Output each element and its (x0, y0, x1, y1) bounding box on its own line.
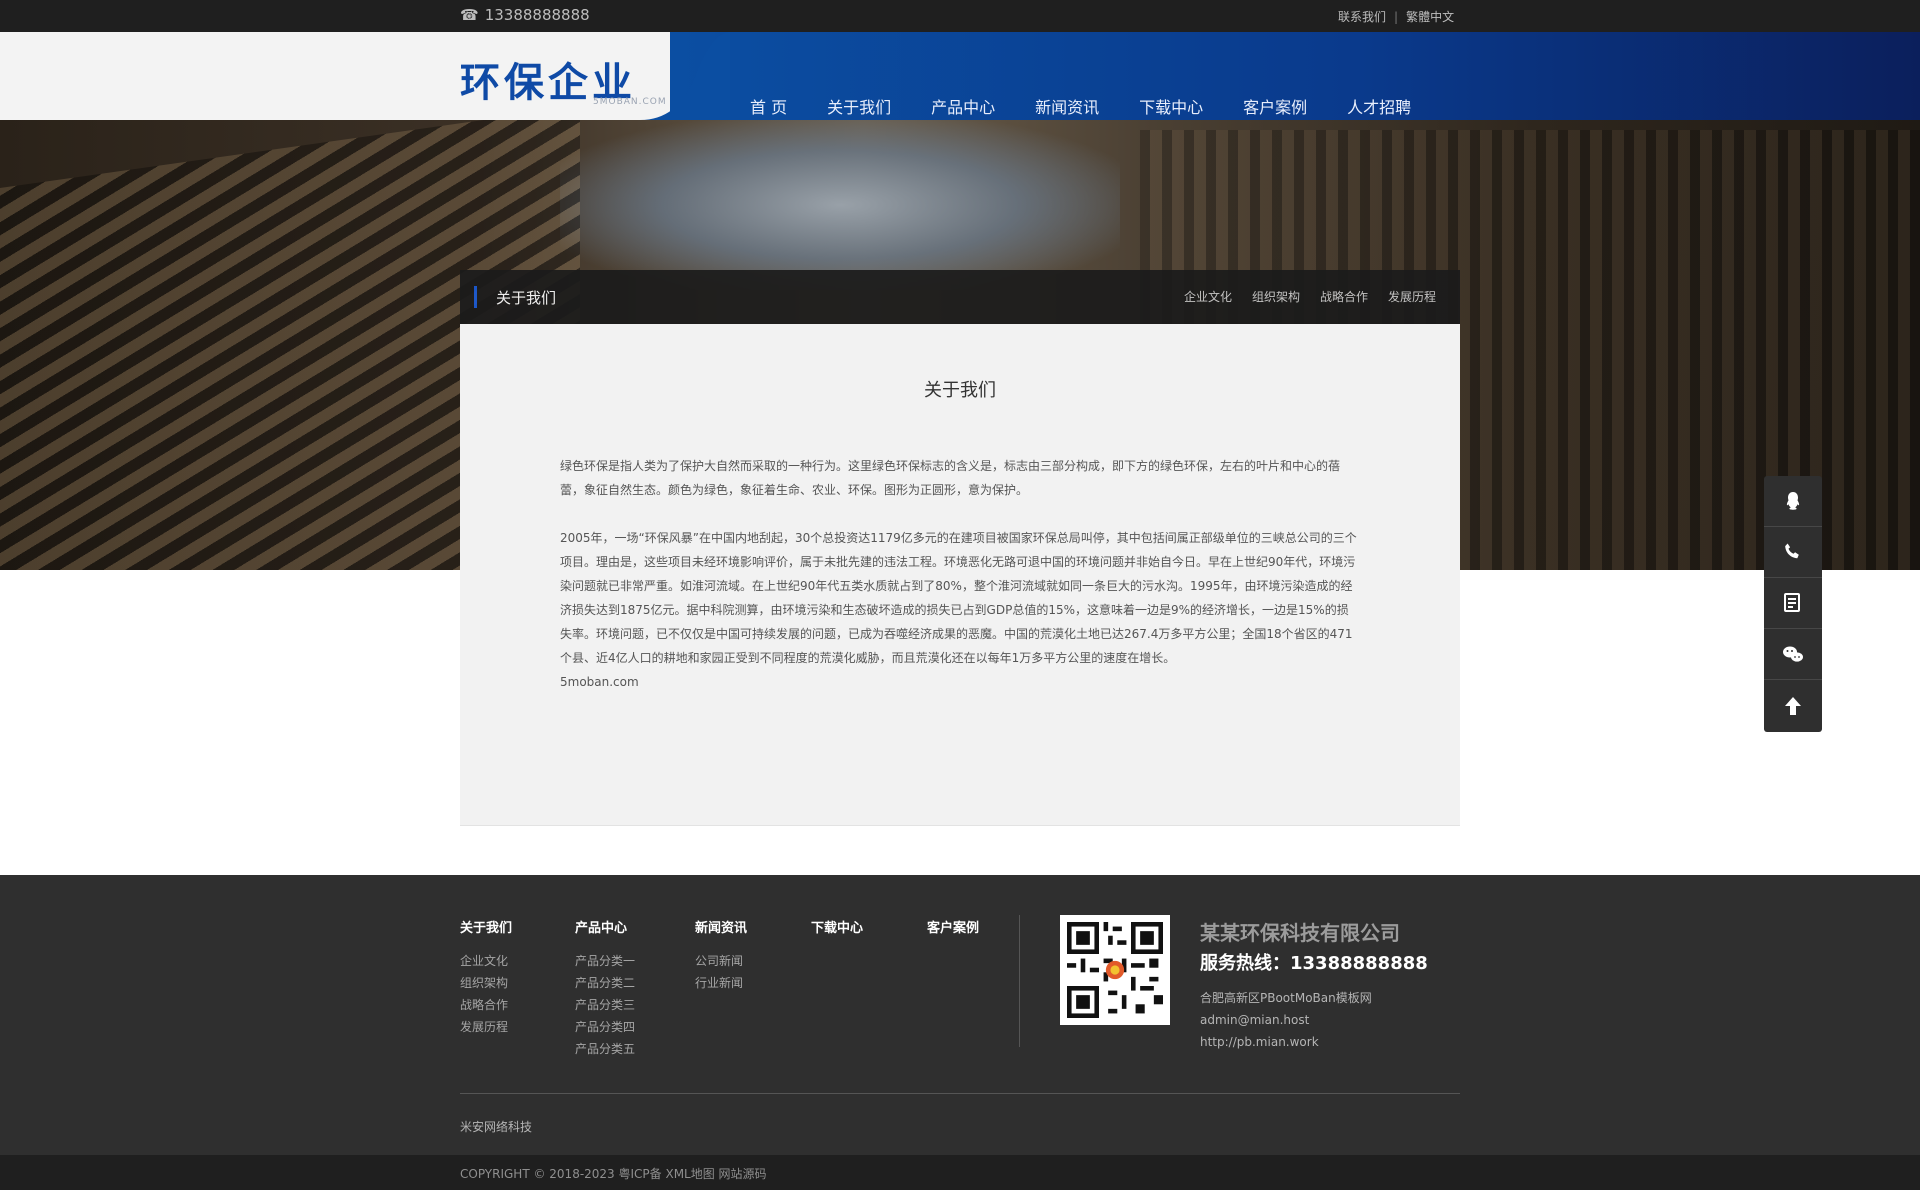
footer-contact-info: 合肥高新区PBootMoBan模板网 admin@mian.host http:… (1200, 987, 1372, 1053)
subnav-accent (474, 286, 477, 308)
footer-site[interactable]: http://pb.mian.work (1200, 1031, 1372, 1053)
subnav-culture[interactable]: 企业文化 (1184, 288, 1232, 305)
footer-company: 某某环保科技有限公司 (1200, 921, 1400, 945)
contact-link[interactable]: 联系我们 (1338, 8, 1386, 25)
top-bar: ☎ 13388888888 联系我们 | 繁體中文 (0, 0, 1920, 32)
footer-divider (1019, 915, 1020, 1047)
qr-code (1060, 915, 1170, 1025)
bottom-bar: COPYRIGHT © 2018-2023 粤ICP备 XML地图 网站源码 (0, 1155, 1920, 1190)
wechat-icon (1783, 646, 1803, 662)
top-phone: ☎ 13388888888 (460, 6, 590, 24)
sub-nav-bar: 关于我们 企业文化 组织架构 战略合作 发展历程 (460, 270, 1460, 324)
footer-link[interactable]: 发展历程 (460, 1016, 512, 1038)
subnav-title: 关于我们 (496, 289, 557, 307)
side-message-button[interactable] (1764, 578, 1822, 629)
footer-col-about: 关于我们 企业文化 组织架构 战略合作 发展历程 (460, 917, 512, 1038)
footer-col-title[interactable]: 关于我们 (460, 917, 512, 936)
footer-link[interactable]: 公司新闻 (695, 950, 747, 972)
subnav-links: 企业文化 组织架构 战略合作 发展历程 (1184, 288, 1436, 305)
content-paragraph-1: 绿色环保是指人类为了保护大自然而采取的一种行为。这里绿色环保标志的含义是，标志由… (560, 459, 1341, 497)
side-wechat-button[interactable] (1764, 629, 1822, 680)
content-paragraph-3: 5moban.com (560, 675, 639, 689)
arrow-up-icon (1785, 696, 1801, 715)
phone-icon: ☎ (460, 6, 479, 24)
footer-link[interactable]: 行业新闻 (695, 972, 747, 994)
phone-icon (1785, 543, 1799, 559)
footer-col-title[interactable]: 产品中心 (575, 917, 635, 936)
logo-subtitle: 5MOBAN.COM (593, 97, 667, 107)
footer-col-title[interactable]: 新闻资讯 (695, 917, 747, 936)
content-heading: 关于我们 (924, 380, 996, 401)
message-icon (1784, 593, 1800, 612)
footer-link[interactable]: 产品分类三 (575, 994, 635, 1016)
qr-code-icon (1067, 922, 1163, 1018)
subnav-partner[interactable]: 战略合作 (1320, 288, 1368, 305)
hero-sky (560, 120, 1120, 290)
footer-email[interactable]: admin@mian.host (1200, 1009, 1372, 1031)
footer-hline (460, 1093, 1460, 1094)
footer-col-news: 新闻资讯 公司新闻 行业新闻 (695, 917, 747, 994)
top-links: 联系我们 | 繁體中文 (1338, 8, 1454, 25)
content-panel: 关于我们 绿色环保是指人类为了保护大自然而采取的一种行为。这里绿色环保标志的含义… (460, 324, 1460, 826)
side-qq-button[interactable] (1764, 476, 1822, 527)
footer-link[interactable]: 组织架构 (460, 972, 512, 994)
subnav-history[interactable]: 发展历程 (1388, 288, 1436, 305)
content-paragraph-2: 2005年，一场“环保风暴”在中国内地刮起，30个总投资达1179亿多元的在建项… (560, 531, 1357, 665)
footer-col-products: 产品中心 产品分类一 产品分类二 产品分类三 产品分类四 产品分类五 (575, 917, 635, 1060)
qq-icon (1786, 492, 1800, 510)
header: 环保企业 5MOBAN.COM 首 页 关于我们 产品中心 新闻资讯 下载中心 … (0, 32, 1920, 120)
footer: 关于我们 企业文化 组织架构 战略合作 发展历程 产品中心 产品分类一 产品分类… (0, 875, 1920, 1155)
footer-small-text: 米安网络科技 (460, 1120, 533, 1134)
footer-link[interactable]: 企业文化 (460, 950, 512, 972)
top-sep: | (1394, 9, 1399, 24)
footer-col-title[interactable]: 客户案例 (927, 917, 979, 936)
footer-address: 合肥高新区PBootMoBan模板网 (1200, 991, 1372, 1005)
footer-col-cases: 客户案例 (927, 917, 979, 950)
lang-link[interactable]: 繁體中文 (1406, 8, 1454, 25)
footer-hotline: 服务热线：13388888888 (1200, 953, 1428, 974)
footer-link[interactable]: 产品分类一 (575, 950, 635, 972)
side-top-button[interactable] (1764, 680, 1822, 731)
footer-col-download: 下载中心 (811, 917, 863, 950)
footer-col-title[interactable]: 下载中心 (811, 917, 863, 936)
footer-link[interactable]: 产品分类二 (575, 972, 635, 994)
side-phone-button[interactable] (1764, 527, 1822, 578)
subnav-structure[interactable]: 组织架构 (1252, 288, 1300, 305)
footer-link[interactable]: 战略合作 (460, 994, 512, 1016)
footer-link[interactable]: 产品分类四 (575, 1016, 635, 1038)
copyright-text: COPYRIGHT © 2018-2023 粤ICP备 XML地图 网站源码 (460, 1167, 767, 1181)
footer-link[interactable]: 产品分类五 (575, 1038, 635, 1060)
floating-sidebar (1764, 476, 1822, 732)
